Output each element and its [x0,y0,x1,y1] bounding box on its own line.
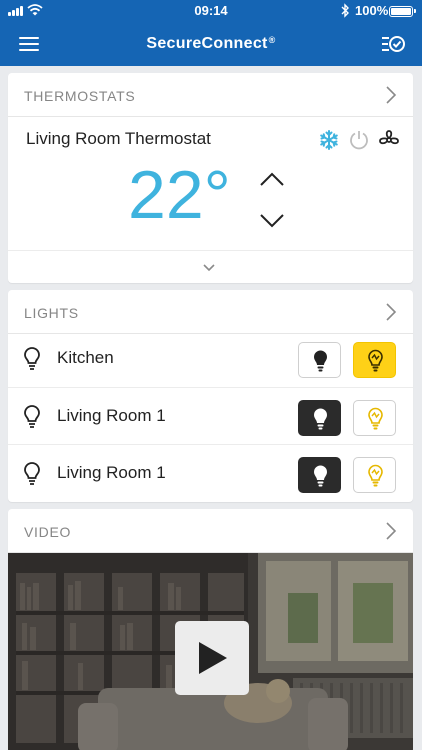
registered-mark: ® [268,35,276,45]
app-bar: SecureConnect® [0,22,422,66]
app-title: SecureConnect® [146,35,276,52]
bulb-off-icon [314,408,327,430]
battery-percentage: 100% [355,3,389,18]
chevron-right-icon [386,86,397,104]
light-off-button[interactable] [298,342,341,378]
light-label: Kitchen [57,348,114,367]
thermostats-header[interactable]: THERMOSTATS [8,73,413,117]
bulb-icon [24,405,40,428]
play-button[interactable] [175,621,249,695]
thermostats-title: THERMOSTATS [24,88,136,104]
bulb-icon [24,347,40,370]
fan-icon[interactable] [378,129,400,151]
video-card: VIDEO [8,509,413,750]
status-bar: 09:14 100% [0,0,422,22]
tasks-icon[interactable] [380,32,406,56]
light-off-button[interactable] [298,457,341,493]
light-off-button[interactable] [298,400,341,436]
temperature-value: 22° [128,157,231,233]
temperature-down-icon[interactable] [258,211,286,231]
bulb-off-icon [314,350,327,372]
bulb-on-icon [368,349,383,372]
light-on-button[interactable] [353,342,396,378]
bulb-icon [24,462,40,485]
lights-header[interactable]: LIGHTS [8,290,413,334]
thermostat-expand[interactable] [8,250,413,283]
lights-card: LIGHTS Kitchen Living Room 1 Living Room… [8,290,413,502]
video-preview[interactable] [8,553,413,750]
video-header[interactable]: VIDEO [8,509,413,553]
light-row-living-room-1: Living Room 1 [8,387,413,444]
light-label: Living Room 1 [57,463,166,482]
light-row-living-room-1: Living Room 1 [8,444,413,501]
battery-icon [389,6,416,17]
chevron-right-icon [386,303,397,321]
lights-title: LIGHTS [24,305,79,321]
light-on-button[interactable] [353,457,396,493]
thermostats-card: THERMOSTATS Living Room Thermostat 22° [8,73,413,283]
bulb-off-icon [314,465,327,487]
snowflake-icon[interactable] [318,129,340,151]
bulb-on-icon [368,407,383,430]
chevron-down-icon [203,264,215,272]
light-row-kitchen: Kitchen [8,330,413,387]
bulb-on-icon [368,464,383,487]
thermostat-name: Living Room Thermostat [26,129,211,148]
temperature-up-icon[interactable] [258,169,286,189]
play-icon [199,642,227,674]
bluetooth-icon [341,3,349,18]
light-label: Living Room 1 [57,406,166,425]
light-on-button[interactable] [353,400,396,436]
chevron-right-icon [386,522,397,540]
power-icon[interactable] [348,129,370,151]
video-title: VIDEO [24,524,72,540]
